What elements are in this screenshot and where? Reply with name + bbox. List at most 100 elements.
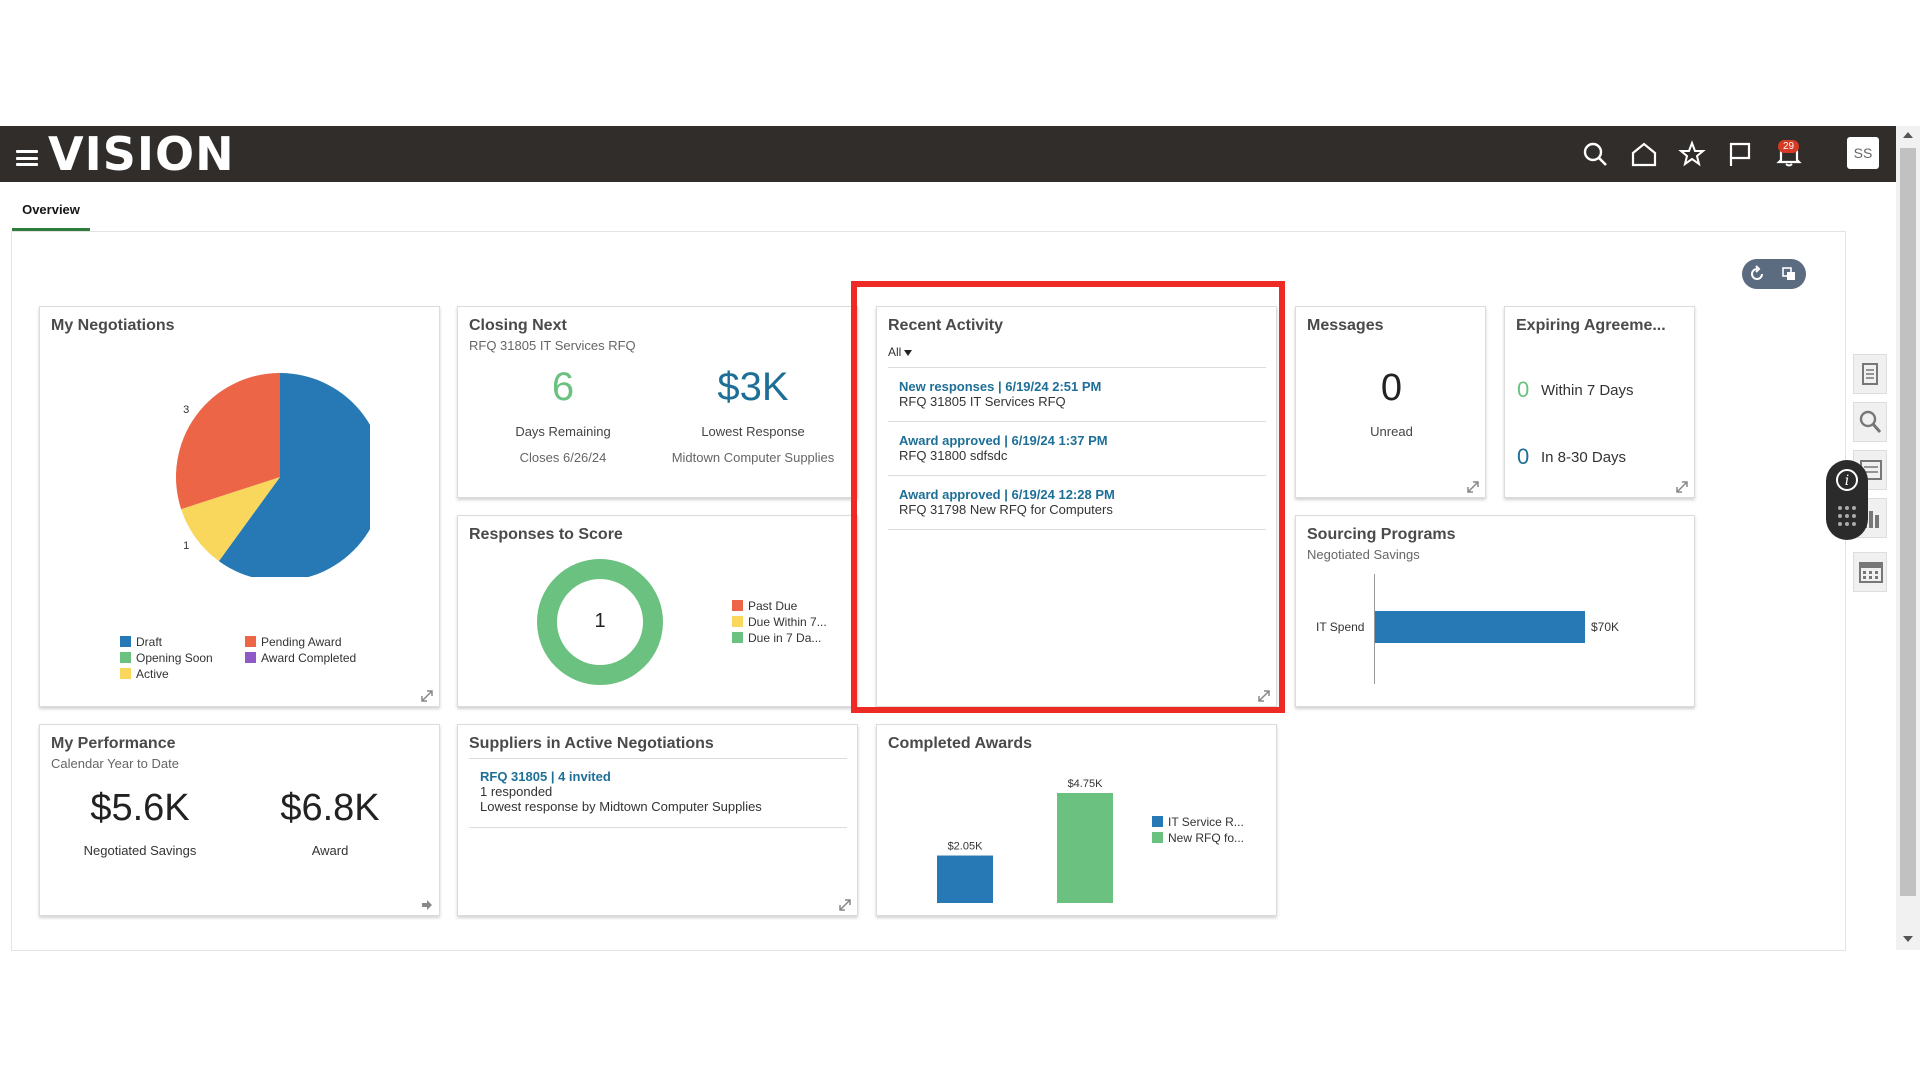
card-subtitle: Negotiated Savings bbox=[1307, 547, 1420, 562]
legend-item[interactable]: Active bbox=[120, 667, 169, 681]
tab-overview[interactable]: Overview bbox=[12, 196, 90, 231]
hamburger-menu-icon[interactable] bbox=[16, 150, 38, 166]
legend-item[interactable]: Award Completed bbox=[245, 651, 356, 665]
legend-label: Active bbox=[136, 667, 169, 681]
legend-label: New RFQ fo... bbox=[1168, 831, 1245, 845]
negotiated-savings-value[interactable]: $5.6K bbox=[40, 787, 240, 830]
divider bbox=[469, 758, 847, 759]
legend-item[interactable]: Due Within 7... bbox=[732, 615, 827, 629]
scroll-down-arrow-icon[interactable] bbox=[1903, 936, 1913, 942]
card-subtitle: Calendar Year to Date bbox=[51, 756, 179, 771]
refresh-icon[interactable] bbox=[1748, 265, 1766, 283]
in-8-30-days-value[interactable]: 0 bbox=[1517, 444, 1529, 470]
negotiated-savings-label: Negotiated Savings bbox=[83, 843, 197, 858]
flag-icon[interactable] bbox=[1726, 140, 1754, 168]
legend-item[interactable]: Past Due bbox=[732, 599, 797, 613]
it-spend-bar[interactable] bbox=[1375, 611, 1585, 643]
card-title: Completed Awards bbox=[888, 735, 1033, 752]
suppliers-active-negotiations-card[interactable]: Suppliers in Active Negotiations RFQ 318… bbox=[457, 724, 858, 916]
favorites-star-icon[interactable] bbox=[1678, 140, 1706, 168]
within-7-days-label: Within 7 Days bbox=[1541, 382, 1634, 399]
legend-item[interactable]: Draft bbox=[120, 635, 162, 649]
lowest-response-supplier: Midtown Computer Supplies bbox=[671, 450, 835, 465]
completed-awards-card[interactable]: Completed Awards $2.05K $4.75K IT Service… bbox=[876, 724, 1277, 916]
messages-card[interactable]: Messages 0 Unread bbox=[1295, 306, 1486, 498]
negotiations-pie-chart[interactable]: 613 bbox=[120, 367, 370, 577]
info-icon[interactable]: i bbox=[1835, 468, 1859, 492]
home-icon[interactable] bbox=[1630, 140, 1658, 168]
in-8-30-days-label: In 8-30 Days bbox=[1541, 449, 1627, 466]
unread-count[interactable]: 0 bbox=[1296, 367, 1487, 410]
pie-slice-label: 1 bbox=[183, 540, 189, 552]
donut-center-value: 1 bbox=[594, 610, 606, 632]
side-panel-search-icon[interactable] bbox=[1853, 402, 1887, 442]
responded-count: 1 responded bbox=[480, 784, 553, 799]
card-subtitle: RFQ 31805 IT Services RFQ bbox=[469, 338, 636, 353]
floating-help-widget[interactable]: i bbox=[1826, 460, 1868, 540]
bar-value-label: $2.05K bbox=[948, 841, 984, 853]
pie-slice-label: 3 bbox=[183, 404, 189, 416]
card-title: My Negotiations bbox=[51, 317, 175, 334]
my-negotiations-card[interactable]: My Negotiations 613 DraftPending AwardOp… bbox=[39, 306, 440, 707]
highlight-box bbox=[851, 281, 1285, 713]
side-panel-calendar-icon[interactable] bbox=[1853, 552, 1887, 592]
card-title: Expiring Agreeme... bbox=[1516, 317, 1666, 334]
bar-category-label: IT Spend bbox=[1316, 620, 1365, 634]
legend-label: IT Service R... bbox=[1168, 815, 1244, 829]
legend-item[interactable]: Due in 7 Da... bbox=[732, 631, 821, 645]
legend-item[interactable]: Opening Soon bbox=[120, 651, 213, 665]
lowest-response-label: Lowest Response bbox=[701, 424, 805, 439]
search-icon[interactable] bbox=[1581, 140, 1609, 168]
days-remaining-label: Days Remaining bbox=[515, 424, 611, 439]
expand-icon[interactable] bbox=[1467, 481, 1479, 493]
page-scrollbar[interactable] bbox=[1896, 126, 1920, 950]
lowest-response-text: Lowest response by Midtown Computer Supp… bbox=[480, 799, 762, 814]
legend-swatch bbox=[732, 632, 743, 643]
unread-label: Unread bbox=[1370, 424, 1413, 439]
legend-swatch bbox=[120, 636, 131, 647]
completed-awards-bar-chart[interactable]: $2.05K $4.75K bbox=[917, 765, 1137, 910]
scrollbar-thumb[interactable] bbox=[1900, 148, 1916, 896]
vision-logo[interactable]: VISION bbox=[48, 126, 235, 182]
arrow-right-icon[interactable] bbox=[421, 899, 433, 911]
user-avatar[interactable]: SS bbox=[1847, 137, 1879, 169]
legend-label: Award Completed bbox=[261, 651, 357, 665]
legend-item[interactable]: Pending Award bbox=[245, 635, 342, 649]
sourcing-programs-card[interactable]: Sourcing Programs Negotiated Savings IT … bbox=[1295, 515, 1695, 707]
expand-icon[interactable] bbox=[1676, 481, 1688, 493]
legend-label: Opening Soon bbox=[136, 651, 213, 665]
scroll-up-arrow-icon[interactable] bbox=[1903, 132, 1913, 138]
bar-value-label: $70K bbox=[1591, 620, 1620, 634]
bar-value-label: $4.75K bbox=[1068, 778, 1104, 790]
divider bbox=[469, 827, 847, 828]
legend-swatch bbox=[732, 600, 743, 611]
supplier-item: RFQ 31805 | 4 invited 1 responded Lowest… bbox=[480, 769, 762, 814]
layout-icon[interactable] bbox=[1780, 265, 1798, 283]
card-title: Messages bbox=[1307, 317, 1384, 334]
top-navigation-bar: VISION 29 SS bbox=[0, 126, 1896, 182]
side-panel-document-icon[interactable] bbox=[1853, 354, 1887, 394]
closing-next-card[interactable]: Closing Next RFQ 31805 IT Services RFQ 6… bbox=[457, 306, 858, 498]
award-bar[interactable] bbox=[1057, 793, 1113, 903]
legend-label: Draft bbox=[136, 635, 163, 649]
legend-item[interactable]: New RFQ fo... bbox=[1152, 831, 1244, 845]
responses-to-score-card[interactable]: Responses to Score 1 Past Due Due Within … bbox=[457, 515, 858, 707]
lowest-response-value[interactable]: $3K bbox=[658, 365, 848, 410]
apps-grid-icon[interactable] bbox=[1837, 504, 1857, 528]
expand-icon[interactable] bbox=[839, 899, 851, 911]
expiring-agreements-card[interactable]: Expiring Agreeme... 0 Within 7 Days 0 In… bbox=[1504, 306, 1695, 498]
legend-swatch bbox=[120, 652, 131, 663]
legend-item[interactable]: IT Service R... bbox=[1152, 815, 1244, 829]
my-performance-card[interactable]: My Performance Calendar Year to Date $5.… bbox=[39, 724, 440, 916]
award-bar[interactable] bbox=[937, 855, 993, 903]
card-title: Suppliers in Active Negotiations bbox=[469, 735, 714, 752]
days-remaining-value[interactable]: 6 bbox=[478, 365, 648, 410]
expand-icon[interactable] bbox=[421, 690, 433, 702]
legend-label: Past Due bbox=[748, 599, 798, 613]
award-label: Award bbox=[311, 843, 349, 858]
legend-swatch bbox=[1152, 816, 1163, 827]
within-7-days-value[interactable]: 0 bbox=[1517, 377, 1529, 403]
rfq-link[interactable]: RFQ 31805 | 4 invited bbox=[480, 769, 762, 784]
legend-label: Due Within 7... bbox=[748, 615, 827, 629]
award-value[interactable]: $6.8K bbox=[230, 787, 430, 830]
